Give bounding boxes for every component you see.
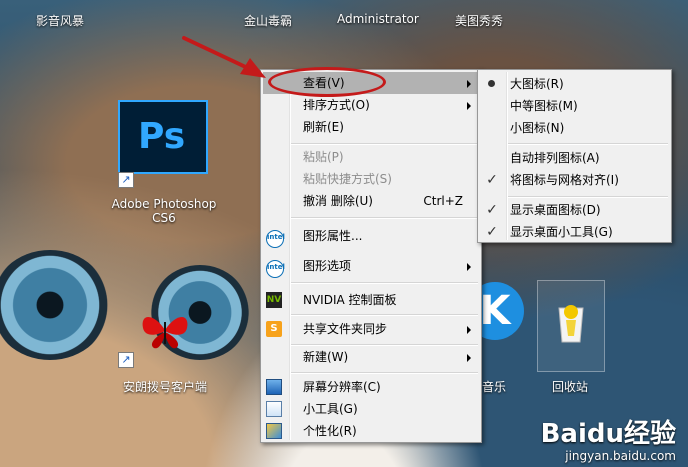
menu-item-label: 刷新(E)	[303, 120, 344, 134]
menu-item-label: 粘贴快捷方式(S)	[303, 172, 392, 186]
wallpaper-cat-eye-left	[0, 250, 110, 360]
menu-item-label: 粘贴(P)	[303, 150, 344, 164]
intel-icon: intel	[266, 260, 285, 278]
desktop-label-meitu[interactable]: 美图秀秀	[455, 12, 503, 29]
desktop-icon-photoshop-label[interactable]: Adobe Photoshop CS6	[104, 197, 224, 225]
menu-item-nvidia-control-panel[interactable]: NV NVIDIA 控制面板	[263, 289, 479, 311]
personalize-icon	[266, 423, 282, 439]
menu-item-label: NVIDIA 控制面板	[303, 293, 397, 307]
submenu-item-align-to-grid[interactable]: ✓ 将图标与网格对齐(I)	[480, 169, 669, 191]
menu-item-sort-by[interactable]: 排序方式(O)	[263, 94, 479, 116]
menu-separator	[291, 372, 478, 374]
menu-separator	[291, 143, 478, 145]
checkmark-icon: ✓	[486, 172, 498, 188]
watermark-url: jingyan.baidu.com	[565, 449, 676, 463]
menu-item-label: 小图标(N)	[510, 121, 565, 135]
menu-item-label: 将图标与网格对齐(I)	[510, 173, 619, 187]
menu-item-label: 小工具(G)	[303, 402, 358, 416]
menu-item-shared-folder-sync[interactable]: S 共享文件夹同步	[263, 318, 479, 340]
submenu-arrow-icon	[467, 326, 471, 334]
music-label: 音乐	[481, 380, 506, 394]
menu-item-paste-shortcut[interactable]: 粘贴快捷方式(S)	[263, 168, 479, 190]
watermark-brand: Baidu经验	[540, 419, 676, 449]
intel-icon: intel	[266, 230, 285, 248]
desktop-icon-recycle-label[interactable]: 回收站	[545, 378, 595, 395]
submenu-item-auto-arrange[interactable]: 自动排列图标(A)	[480, 147, 669, 169]
butterfly-icon	[142, 317, 188, 349]
menu-item-shortcut: Ctrl+Z	[423, 194, 463, 208]
desktop-label-yingyin[interactable]: 影音风暴	[36, 12, 84, 29]
submenu-item-show-desktop-icons[interactable]: ✓ 显示桌面图标(D)	[480, 199, 669, 221]
menu-item-new[interactable]: 新建(W)	[263, 346, 479, 368]
menu-item-refresh[interactable]: 刷新(E)	[263, 116, 479, 138]
menu-item-label: 屏幕分辨率(C)	[303, 380, 381, 394]
menu-separator	[291, 314, 478, 316]
desktop-label-jinshan[interactable]: 金山毒霸	[244, 12, 292, 29]
menu-separator	[291, 282, 478, 284]
menu-item-label: 排序方式(O)	[303, 98, 370, 112]
menu-item-label: 新建(W)	[303, 350, 349, 364]
desktop-label-administrator[interactable]: Administrator	[337, 12, 419, 26]
menu-item-label: 图形选项	[303, 259, 352, 273]
annotation-highlight-oval	[268, 67, 386, 97]
view-submenu: 大图标(R) 中等图标(M) 小图标(N) 自动排列图标(A) ✓ 将图标与网格…	[477, 69, 672, 243]
recycle-label: 回收站	[551, 380, 588, 394]
sync-icon: S	[266, 321, 282, 337]
submenu-arrow-icon	[467, 102, 471, 110]
desktop-context-menu: 查看(V) 排序方式(O) 刷新(E) 粘贴(P) 粘贴快捷方式(S) 撤消 删…	[260, 69, 482, 443]
menu-item-paste[interactable]: 粘贴(P)	[263, 146, 479, 168]
gadgets-icon	[266, 401, 282, 417]
submenu-item-show-desktop-gadgets[interactable]: ✓ 显示桌面小工具(G)	[480, 221, 669, 243]
checkmark-icon: ✓	[486, 224, 498, 240]
desktop-icon-dialer-label[interactable]: 安朗拨号客户端	[110, 378, 220, 395]
baidu-watermark: Baidu经验 jingyan.baidu.com	[541, 419, 676, 463]
submenu-item-medium-icons[interactable]: 中等图标(M)	[480, 95, 669, 117]
menu-item-label: 自动排列图标(A)	[510, 151, 600, 165]
dialer-label: 安朗拨号客户端	[122, 380, 207, 394]
menu-item-label: 图形属性...	[303, 229, 363, 243]
photoshop-icon[interactable]: Ps	[118, 100, 208, 174]
submenu-arrow-icon	[467, 80, 471, 88]
submenu-item-large-icons[interactable]: 大图标(R)	[480, 73, 669, 95]
submenu-arrow-icon	[467, 263, 471, 271]
menu-separator	[291, 217, 478, 219]
photoshop-label: Adobe Photoshop CS6	[111, 197, 217, 225]
submenu-arrow-icon	[467, 354, 471, 362]
menu-item-graphics-options[interactable]: intel 图形选项	[263, 255, 479, 278]
menu-item-label: 显示桌面图标(D)	[510, 203, 601, 217]
shortcut-arrow-icon: ↗	[118, 172, 134, 188]
menu-item-gadgets[interactable]: 小工具(G)	[263, 398, 479, 420]
nvidia-icon: NV	[266, 292, 282, 308]
menu-separator	[508, 143, 668, 145]
menu-item-label: 共享文件夹同步	[303, 322, 388, 336]
submenu-item-small-icons[interactable]: 小图标(N)	[480, 117, 669, 139]
checkmark-icon: ✓	[486, 202, 498, 218]
menu-item-label: 中等图标(M)	[510, 99, 578, 113]
menu-item-undo-delete[interactable]: 撤消 删除(U) Ctrl+Z	[263, 190, 479, 212]
menu-item-screen-resolution[interactable]: 屏幕分辨率(C)	[263, 376, 479, 398]
shortcut-arrow-icon: ↗	[118, 352, 134, 368]
menu-item-label: 大图标(R)	[510, 77, 564, 91]
menu-item-label: 显示桌面小工具(G)	[510, 225, 613, 239]
menu-item-label: 个性化(R)	[303, 424, 357, 438]
radio-selected-icon	[488, 80, 495, 87]
menu-separator	[508, 196, 668, 198]
menu-item-personalize[interactable]: 个性化(R)	[263, 420, 479, 442]
menu-item-graphics-properties[interactable]: intel 图形属性...	[263, 225, 479, 248]
menu-item-label: 撤消 删除(U)	[303, 194, 373, 208]
display-icon	[266, 379, 282, 395]
recycle-bin-icon[interactable]	[556, 300, 586, 344]
